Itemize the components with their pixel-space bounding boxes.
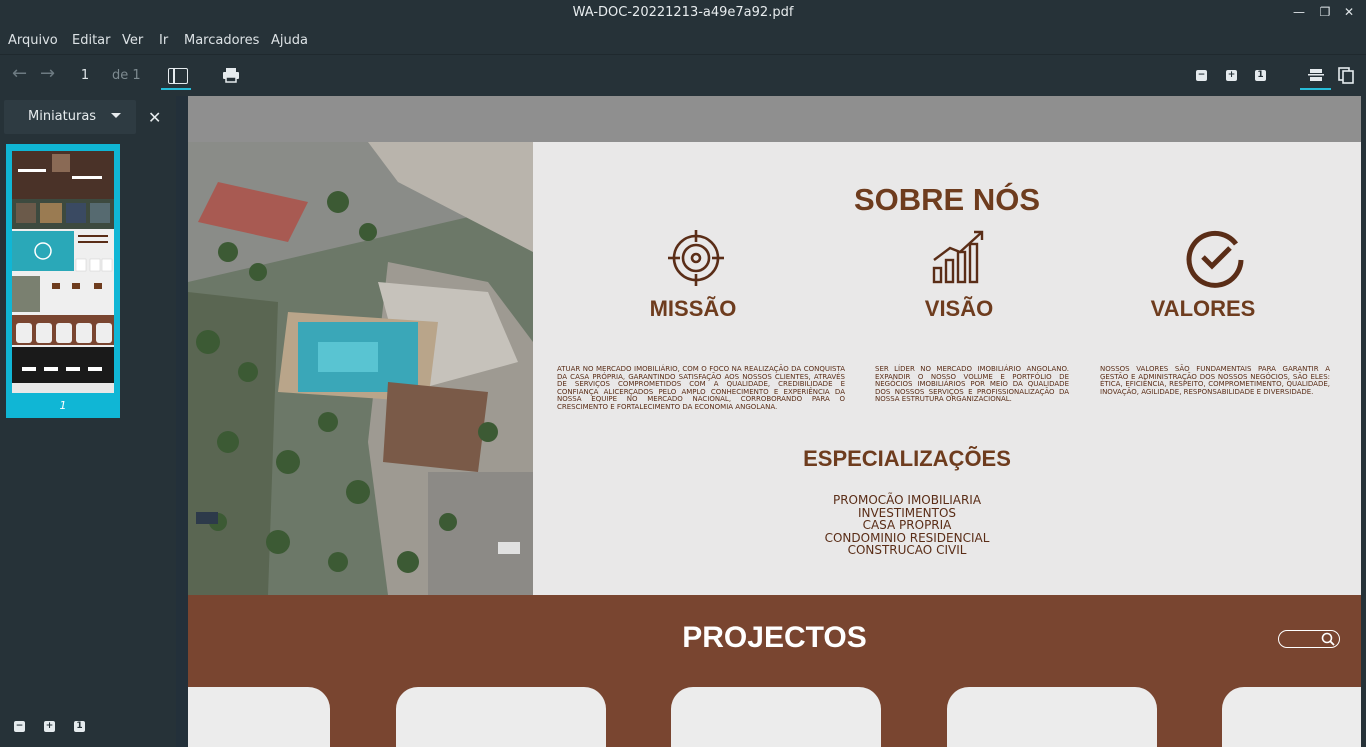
- projects-section: PROJECTOS: [188, 595, 1366, 747]
- project-card: [188, 687, 330, 747]
- title-bar: WA-DOC-20221213-a49e7a92.pdf — ❐ ✕: [0, 0, 1366, 28]
- growth-chart-icon: [932, 230, 984, 284]
- page-total-label: de 1: [112, 68, 141, 83]
- aerial-photo: [188, 142, 533, 595]
- mission-text: Atuar no mercado imobiliário, com o foco…: [557, 365, 845, 411]
- sidebar-toggle-icon[interactable]: [168, 68, 188, 84]
- window-title: WA-DOC-20221213-a49e7a92.pdf: [572, 5, 794, 20]
- toolbar: ← → 1 de 1 − + 1: [0, 54, 1366, 96]
- spec-item: CASA PROPRIA: [862, 518, 952, 533]
- menu-bar: Arquivo Editar Ver Ir Marcadores Ajuda: [0, 28, 1366, 54]
- print-icon[interactable]: [222, 67, 240, 95]
- menu-ver[interactable]: Ver: [122, 33, 143, 48]
- specializations-list: PROMOCÃO IMOBILIARIA INVESTIMENTOS CASA …: [493, 494, 1321, 557]
- zoom-out-icon[interactable]: −: [1196, 70, 1207, 81]
- thumbnail-page-number: 1: [59, 399, 67, 412]
- thumb-zoom-out-icon[interactable]: −: [14, 721, 25, 732]
- values-title: VALORES: [1150, 296, 1256, 321]
- projects-title: PROJECTOS: [682, 621, 867, 654]
- sidebar-mode-dropdown[interactable]: Miniaturas: [4, 100, 136, 134]
- page-edge: [1361, 96, 1366, 747]
- chevron-down-icon: [111, 113, 121, 118]
- menu-ajuda[interactable]: Ajuda: [271, 33, 308, 48]
- search-icon: [1321, 632, 1335, 646]
- check-circle-icon: [1186, 230, 1244, 288]
- menu-marcadores[interactable]: Marcadores: [184, 33, 259, 48]
- specializations-title: ESPECIALIZAÇÕES: [803, 446, 1011, 471]
- zoom-original-icon[interactable]: 1: [1255, 70, 1266, 81]
- spec-item: CONSTRUCAO CIVIL: [847, 543, 967, 558]
- page-thumbnail: [12, 151, 114, 393]
- vision-text: Ser líder no mercado imobiliário angolan…: [875, 365, 1069, 403]
- view-mode-active-indicator: [1300, 88, 1331, 90]
- project-card: [396, 687, 606, 747]
- menu-arquivo[interactable]: Arquivo: [8, 33, 58, 48]
- thumb-zoom-reset-icon[interactable]: 1: [74, 721, 85, 732]
- minimize-button[interactable]: —: [1290, 5, 1308, 23]
- close-button[interactable]: ✕: [1340, 5, 1358, 23]
- zoom-in-icon[interactable]: +: [1226, 70, 1237, 81]
- sidebar-toggle-active-indicator: [161, 88, 191, 90]
- sidebar-title: Miniaturas: [28, 109, 97, 124]
- sidebar-close-icon[interactable]: ✕: [148, 108, 161, 127]
- values-column: VALORES: [1059, 296, 1347, 322]
- mission-title: MISSÃO: [649, 296, 737, 321]
- about-section: SOBRE NÓS MISSÃO VISÃO VALORES ATUAR NO …: [533, 142, 1361, 595]
- project-card: [671, 687, 881, 747]
- values-text: Nossos valores são fundamentais para gar…: [1100, 365, 1330, 396]
- forward-arrow-icon[interactable]: →: [40, 63, 55, 91]
- project-card: [947, 687, 1157, 747]
- spec-item: PROMOCÃO IMOBILIARIA: [832, 493, 982, 507]
- page-thumbnail-selected[interactable]: 1: [6, 144, 120, 418]
- thumb-zoom-in-icon[interactable]: +: [44, 721, 55, 732]
- target-icon: [668, 230, 724, 286]
- menu-ir[interactable]: Ir: [159, 33, 168, 48]
- maximize-button[interactable]: ❐: [1316, 5, 1334, 23]
- project-card: [1222, 687, 1366, 747]
- thumbnail-image: [12, 151, 114, 393]
- continuous-view-icon[interactable]: [1308, 69, 1324, 97]
- mission-column: MISSÃO: [549, 296, 837, 322]
- projects-search-box: [1278, 630, 1340, 648]
- menu-editar[interactable]: Editar: [72, 33, 111, 48]
- document-view[interactable]: SOBRE NÓS MISSÃO VISÃO VALORES ATUAR NO …: [188, 96, 1366, 747]
- sidebar: Miniaturas ✕ 1: [0, 96, 176, 747]
- back-arrow-icon[interactable]: ←: [12, 63, 27, 91]
- page-top-band: [188, 96, 1361, 142]
- page-number-input[interactable]: 1: [68, 63, 102, 89]
- about-title: SOBRE NÓS: [853, 182, 1041, 217]
- dual-page-icon[interactable]: [1338, 67, 1354, 95]
- sidebar-splitter[interactable]: [176, 96, 188, 747]
